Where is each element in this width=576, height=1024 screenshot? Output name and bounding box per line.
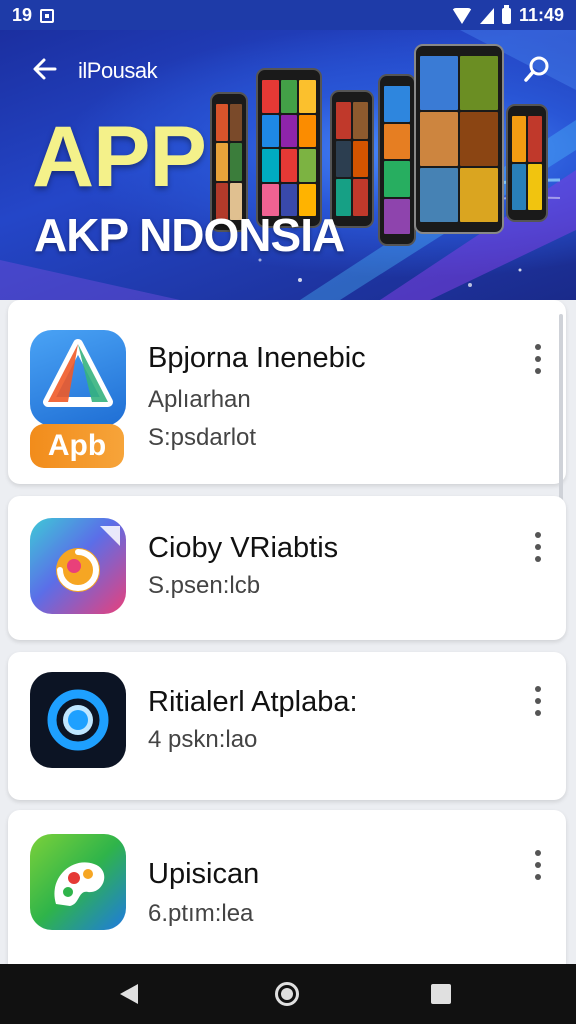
app-category: Aplıarhan — [148, 386, 251, 413]
status-right: 11:49 — [451, 4, 564, 26]
nav-recents-icon[interactable] — [431, 984, 451, 1004]
ring-logo-icon — [47, 689, 109, 751]
app-detail: 6.ptım:lea — [148, 900, 254, 927]
phone-illustration — [256, 68, 322, 228]
more-options-button[interactable] — [532, 686, 544, 716]
more-options-button[interactable] — [532, 532, 544, 562]
app-detail: S.psen:lcb — [148, 572, 261, 599]
hero-banner: ilPousak APP AKP NDONSIA — [0, 30, 576, 300]
search-button[interactable] — [522, 54, 556, 88]
status-bar: 19 11:49 — [0, 0, 576, 30]
nav-home-icon[interactable] — [275, 982, 299, 1006]
app-name: Bpjorna Inenebic — [148, 342, 366, 374]
app-icon-cioby — [30, 518, 126, 614]
search-icon — [524, 56, 549, 82]
list-item[interactable]: Apb Bpjorna Inenebic Aplıarhan S:psdarlo… — [8, 300, 566, 504]
phone-illustration — [506, 104, 548, 222]
more-options-button[interactable] — [532, 850, 544, 880]
nav-back-icon[interactable] — [120, 984, 138, 1004]
back-arrow-button[interactable] — [30, 54, 64, 88]
status-notification-count: 19 — [12, 5, 33, 25]
palette-logo-icon — [54, 862, 105, 906]
more-vert-icon — [535, 532, 541, 538]
hero-title: APP — [32, 109, 207, 205]
more-vert-icon — [535, 344, 541, 350]
list-item[interactable]: Cioby VRiabtis S.psen:lcb — [8, 496, 566, 640]
list-item[interactable]: Upisican 6.ptım:lea — [8, 810, 566, 964]
app-detail: S:psdarlot — [148, 424, 257, 451]
more-options-button[interactable] — [532, 344, 544, 374]
app-name: Upisican — [148, 858, 260, 890]
app-detail: 4 pskn:lao — [148, 726, 258, 753]
triangle-logo-icon — [43, 339, 113, 407]
app-badge: Apb — [30, 424, 124, 468]
app-list[interactable]: Apb Bpjorna Inenebic Aplıarhan S:psdarlo… — [0, 300, 576, 964]
list-item[interactable]: Ritialerl Atplaba: 4 pskn:lao — [8, 652, 566, 800]
battery-icon — [501, 4, 511, 24]
status-time: 11:49 — [518, 5, 564, 25]
app-icon-ritialerl — [30, 672, 126, 768]
more-vert-icon — [535, 686, 541, 692]
header-brand: ilPousak — [78, 58, 158, 83]
phone-illustration — [378, 74, 416, 246]
app-icon-upisican — [30, 834, 126, 930]
swirl-logo-icon — [56, 526, 120, 592]
hero-subtitle: AKP NDONSIA — [34, 209, 345, 261]
app-icon-bpjorna — [30, 330, 126, 426]
notification-icon — [40, 8, 55, 23]
phone-illustration — [414, 44, 504, 234]
wifi-icon — [451, 7, 472, 24]
status-left: 19 — [12, 5, 55, 26]
back-arrow-icon — [33, 58, 57, 80]
system-nav-bar — [0, 964, 576, 1024]
signal-icon — [479, 7, 494, 24]
scrollbar-thumb[interactable] — [559, 314, 563, 504]
app-name: Ritialerl Atplaba: — [148, 686, 358, 718]
app-name: Cioby VRiabtis — [148, 532, 339, 564]
more-vert-icon — [535, 850, 541, 856]
